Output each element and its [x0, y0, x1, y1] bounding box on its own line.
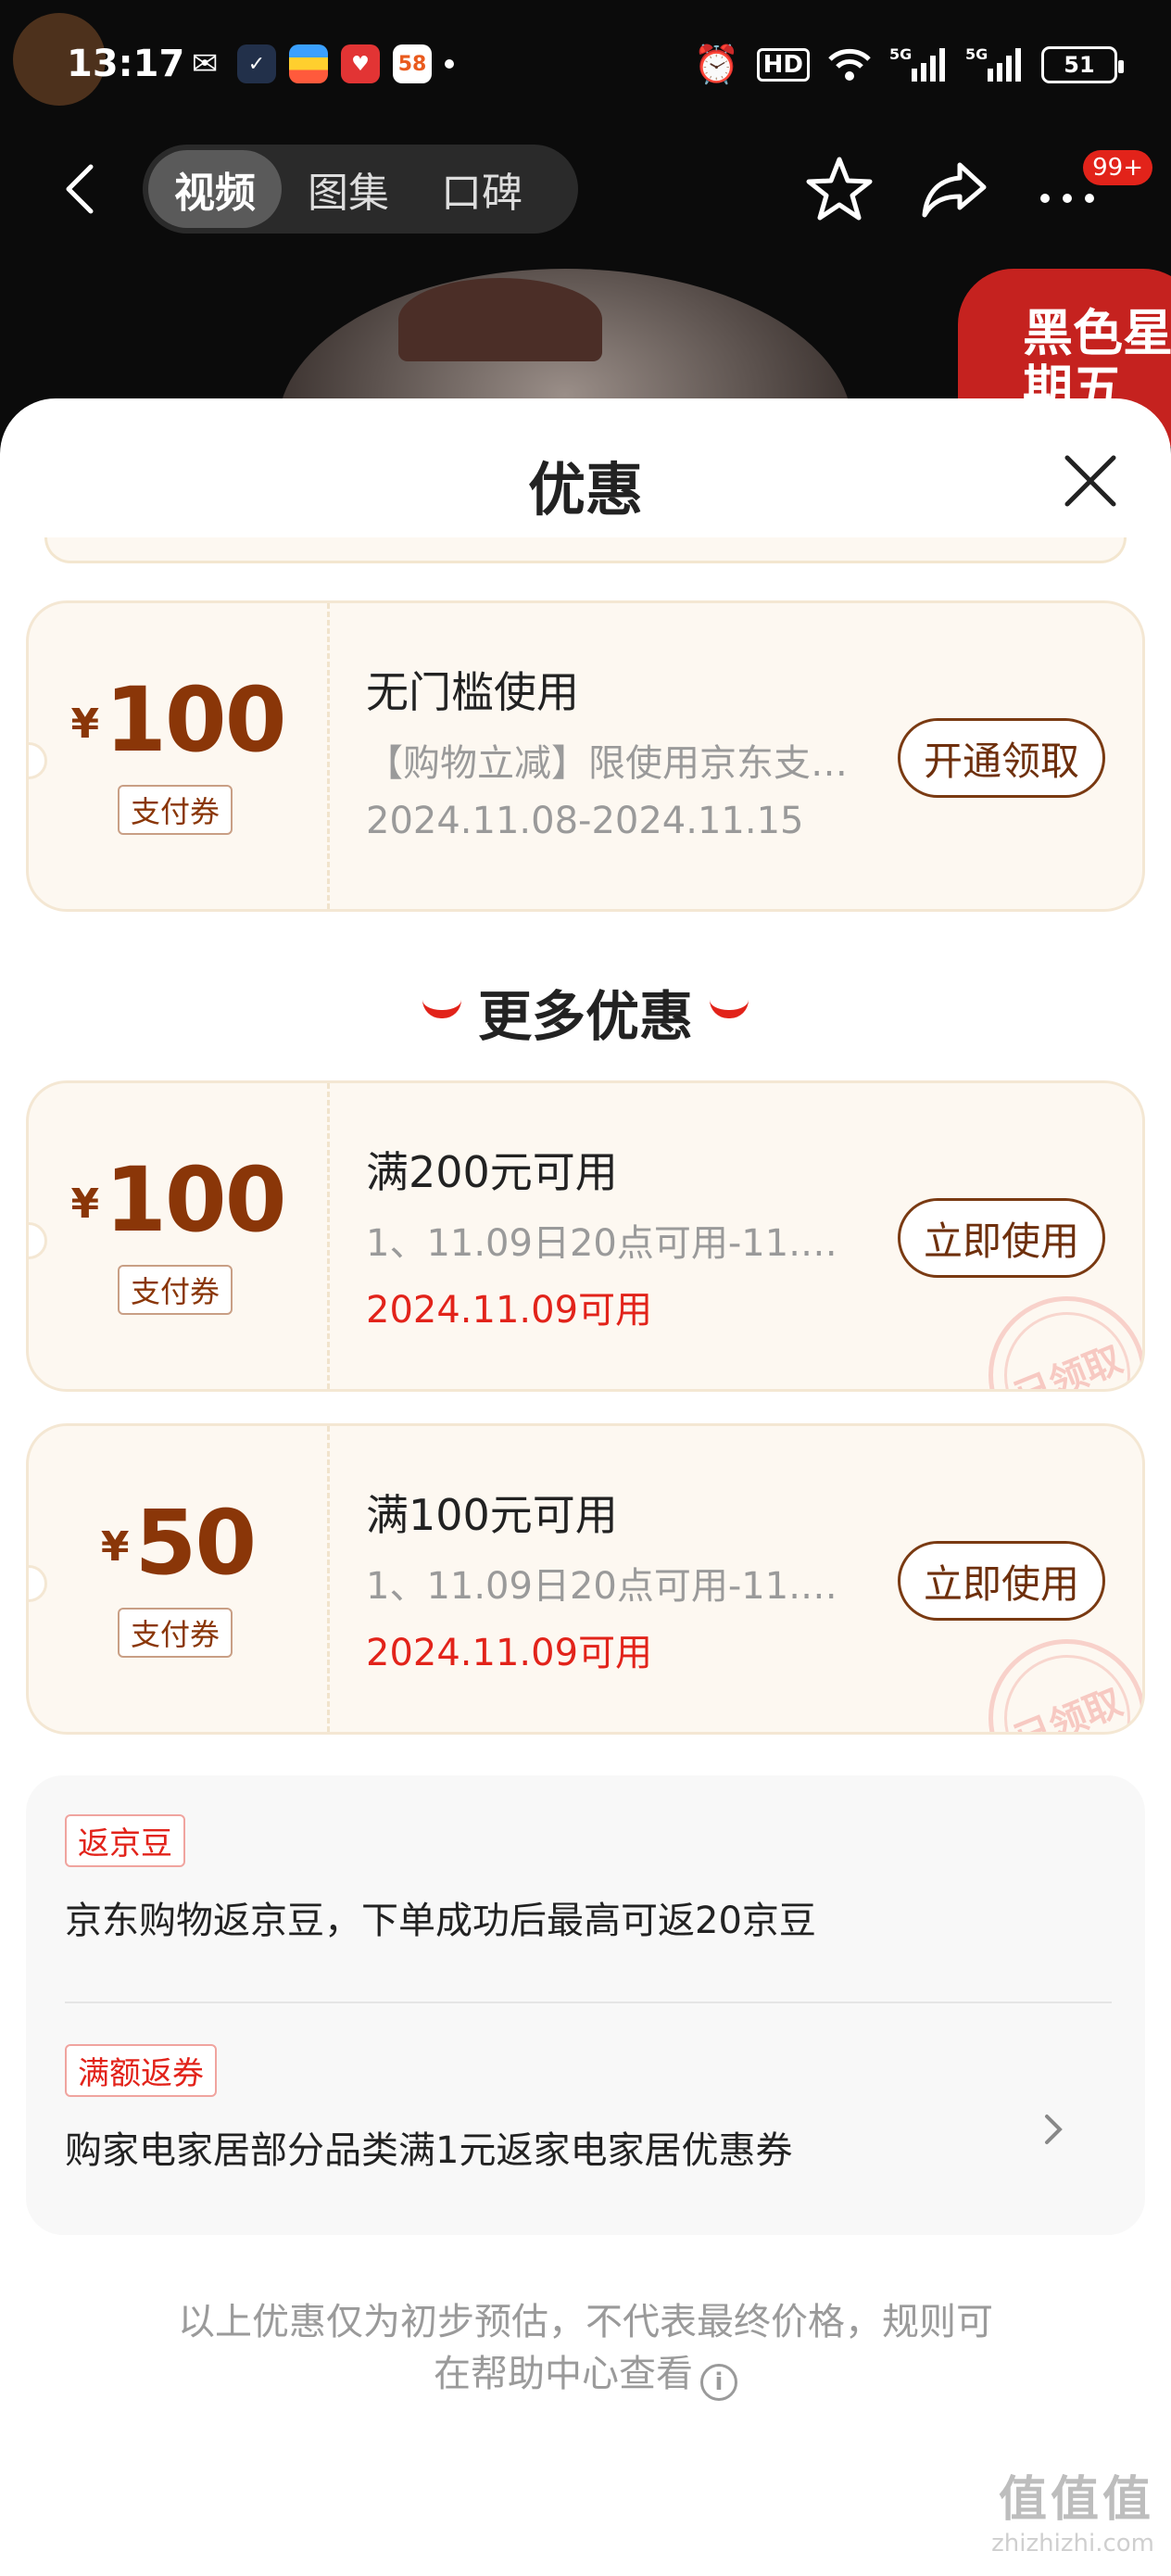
more-offers-heading: 更多优惠 — [0, 973, 1171, 1051]
more-notifications-dot-icon — [445, 59, 454, 69]
watermark-main: 值值值 — [998, 2472, 1154, 2528]
coupon-card[interactable]: ¥100 支付券 满200元可用 1、11.09日20点可用-11.1… 202… — [26, 1080, 1145, 1392]
disclaimer-line-2: 在帮助中心查看 — [434, 2353, 693, 2395]
coupon-description: 1、11.09日20点可用-11.1… — [366, 1565, 857, 1608]
wallet-icon — [289, 44, 328, 83]
coupon-card[interactable]: ¥50 支付券 满100元可用 1、11.09日20点可用-11.1… 2024… — [26, 1423, 1145, 1735]
benefit-text: 购家电家居部分品类满1元返家电家居优惠券 — [65, 2129, 793, 2172]
product-nav-bar: 视频 图集 口碑 99+ — [0, 139, 1171, 241]
status-time: 13:17 — [67, 43, 185, 85]
svg-text:5G: 5G — [965, 45, 988, 63]
use-now-button[interactable]: 立即使用 — [898, 1541, 1105, 1621]
status-right-icons: ⏰ HD 5G 5G 51 — [693, 43, 1124, 86]
amount-value: 100 — [105, 668, 286, 772]
amount-value: 100 — [105, 1148, 286, 1252]
currency-symbol: ¥ — [100, 1523, 130, 1571]
benefit-tag: 返京豆 — [65, 1814, 185, 1867]
coupon-card[interactable]: ¥100 支付券 无门槛使用 【购物立减】限使用京东支… 2024.11.08-… — [26, 600, 1145, 912]
coupon-type-tag: 支付券 — [118, 1265, 233, 1315]
watermark-sub: zhizhizhi.com — [991, 2530, 1154, 2557]
disclaimer-line-2-row: 在帮助中心查看 i — [0, 2348, 1171, 2401]
more-options-button[interactable]: 99+ — [1030, 150, 1152, 226]
chevron-right-icon — [1045, 2115, 1063, 2144]
more-offers-label: 更多优惠 — [477, 985, 693, 1048]
hd-icon: HD — [756, 47, 810, 82]
benefit-tag: 满额返券 — [65, 2044, 217, 2097]
coupon-type-tag: 支付券 — [118, 785, 233, 835]
notification-icons: ✉ ✓ ♥ 58 — [185, 44, 454, 83]
back-arrow-icon[interactable] — [57, 161, 100, 217]
tab-video[interactable]: 视频 — [148, 150, 282, 228]
previous-coupon-edge — [44, 537, 1127, 563]
favorite-star-icon[interactable] — [802, 152, 876, 226]
alarm-icon: ⏰ — [693, 44, 740, 86]
activate-claim-button[interactable]: 开通领取 — [898, 718, 1105, 798]
benefit-text: 京东购物返京豆，下单成功后最高可返20京豆 — [65, 1900, 816, 1942]
smile-right-icon — [710, 1000, 749, 1018]
signal-5g-icon-2: 5G — [965, 45, 1021, 82]
coupon-title: 满100元可用 — [366, 1490, 618, 1540]
currency-symbol: ¥ — [70, 701, 100, 748]
coupon-description: 1、11.09日20点可用-11.1… — [366, 1222, 857, 1265]
status-bar: 13:17 ✉ ✓ ♥ 58 ⏰ HD 5G 5G 51 — [0, 0, 1171, 139]
coupon-type-tag: 支付券 — [118, 1608, 233, 1658]
mail-icon: ✓ — [237, 44, 276, 83]
coupon-description: 【购物立减】限使用京东支… — [366, 742, 848, 785]
claimed-stamp: 已领取 — [964, 1615, 1142, 1732]
svg-text:5G: 5G — [889, 45, 912, 63]
amount-value: 50 — [134, 1491, 258, 1595]
smile-left-icon — [422, 1000, 461, 1018]
coupon-validity: 2024.11.09可用 — [366, 1289, 653, 1332]
coupon-validity: 2024.11.08-2024.11.15 — [366, 800, 804, 842]
media-tabs: 视频 图集 口碑 — [143, 145, 578, 234]
close-icon[interactable] — [1062, 452, 1119, 510]
coupon-title: 满200元可用 — [366, 1147, 618, 1197]
discount-sheet: 优惠 ¥100 支付券 无门槛使用 【购物立减】限使用京东支… 2024.11.… — [0, 398, 1171, 2576]
coupon-title: 无门槛使用 — [366, 667, 579, 717]
disclaimer: 以上优惠仅为初步预估，不代表最终价格，规则可 在帮助中心查看 i — [0, 2296, 1171, 2401]
benefits-panel: 返京豆 京东购物返京豆，下单成功后最高可返20京豆 满额返券 购家电家居部分品类… — [26, 1775, 1145, 2235]
coupon-divider — [327, 603, 330, 909]
message-count-badge: 99+ — [1083, 150, 1152, 185]
info-icon[interactable]: i — [700, 2364, 737, 2401]
coupon-amount: ¥100 — [29, 668, 327, 772]
claimed-stamp: 已领取 — [964, 1272, 1142, 1389]
coupon-amount: ¥50 — [29, 1491, 327, 1595]
wifi-icon — [828, 48, 871, 81]
tab-gallery[interactable]: 图集 — [282, 150, 415, 228]
coupon-validity: 2024.11.09可用 — [366, 1632, 653, 1674]
coupon-divider — [327, 1083, 330, 1389]
disclaimer-line-1: 以上优惠仅为初步预估，不代表最终价格，规则可 — [178, 2301, 993, 2343]
coupon-divider — [327, 1426, 330, 1732]
share-arrow-icon[interactable] — [917, 152, 991, 226]
app-58-icon: 58 — [393, 44, 432, 83]
sheet-title: 优惠 — [527, 456, 643, 524]
tab-reviews[interactable]: 口碑 — [415, 150, 548, 228]
shopping-app-icon: ♥ — [341, 44, 380, 83]
currency-symbol: ¥ — [70, 1181, 100, 1228]
signal-5g-icon: 5G — [889, 45, 945, 82]
benefit-divider — [65, 2001, 1112, 2003]
product-image-lid-knob — [398, 278, 602, 361]
site-watermark: 值值值 zhizhizhi.com — [991, 2460, 1154, 2557]
coupon-amount: ¥100 — [29, 1148, 327, 1252]
battery-level: 51 — [1064, 51, 1095, 78]
wechat-icon: ✉ — [191, 45, 219, 82]
use-now-button[interactable]: 立即使用 — [898, 1198, 1105, 1278]
battery-icon: 51 — [1041, 45, 1124, 83]
